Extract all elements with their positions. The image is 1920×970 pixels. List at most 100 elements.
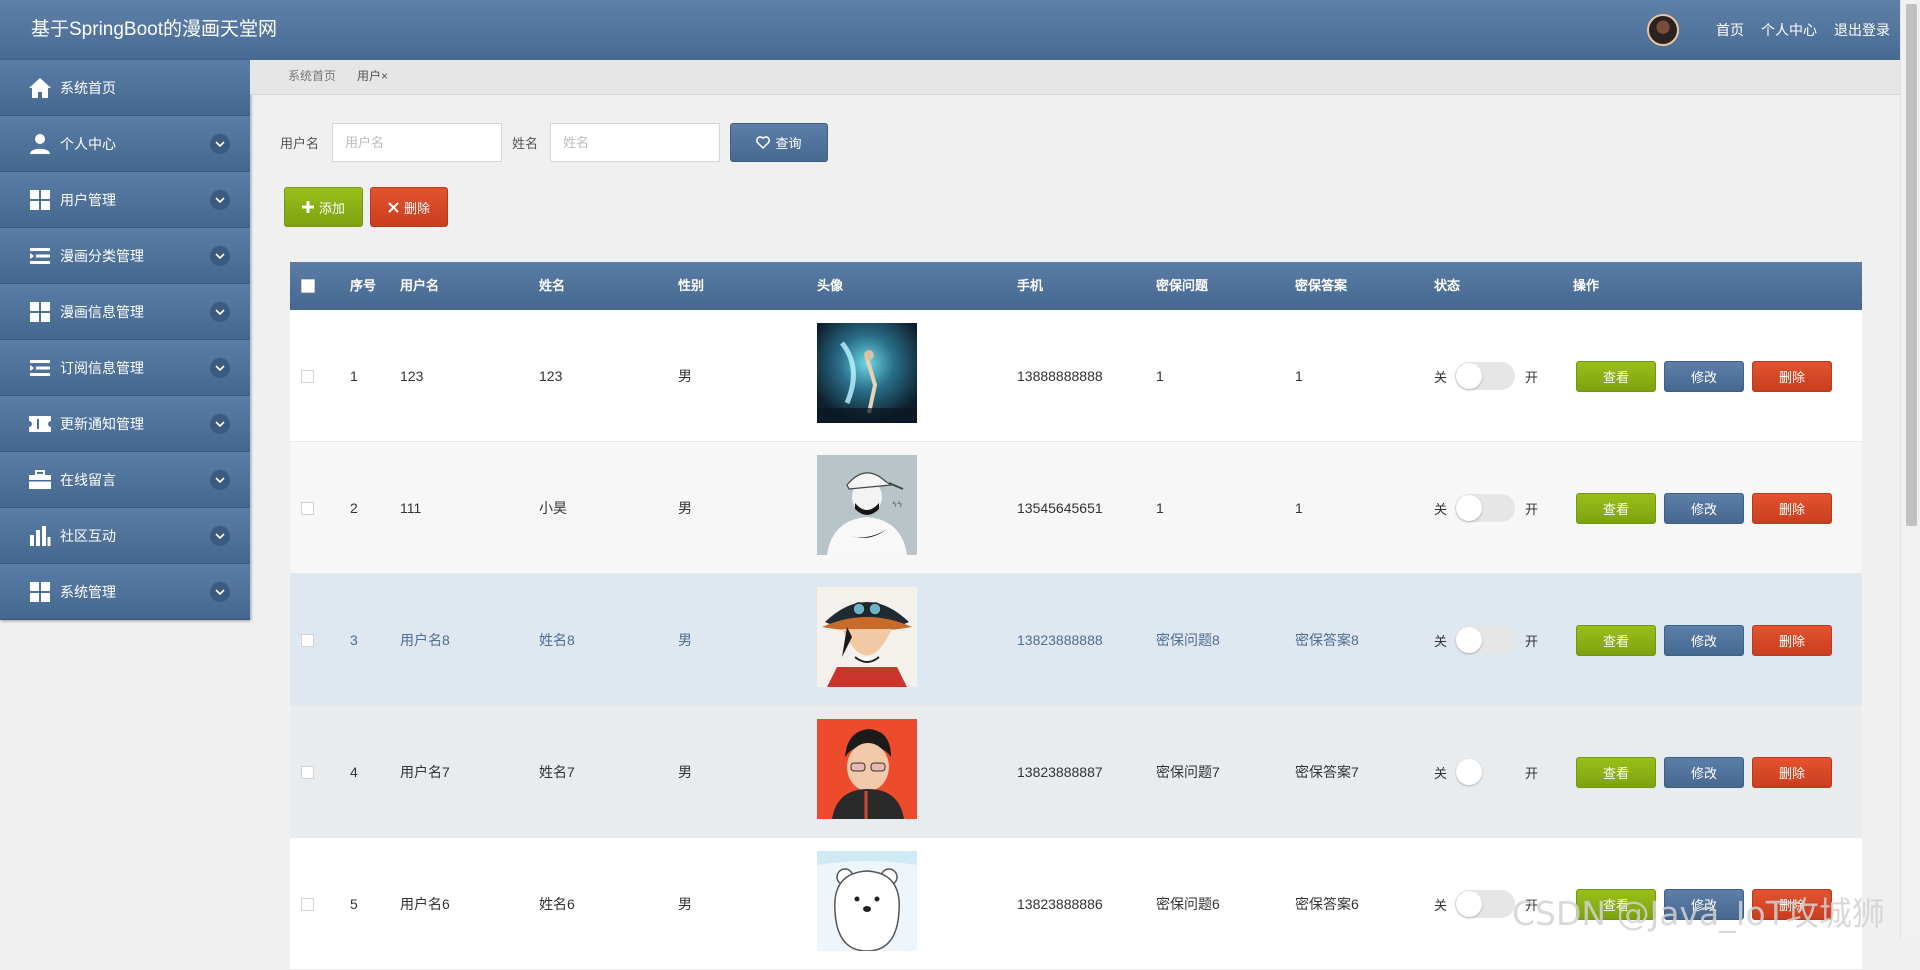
sidebar-item-messages[interactable]: 在线留言 bbox=[0, 452, 250, 508]
cell-gender: 男 bbox=[678, 764, 692, 780]
breadcrumb-home[interactable]: 系统首页 bbox=[288, 60, 336, 92]
delete-button[interactable]: 删除 bbox=[1752, 493, 1832, 524]
tab-users[interactable]: 用户× bbox=[357, 60, 388, 92]
name-search-input[interactable] bbox=[550, 123, 720, 162]
cell-question: 1 bbox=[1156, 368, 1164, 384]
close-icon bbox=[388, 201, 399, 213]
user-icon bbox=[27, 131, 53, 157]
chevron-down-icon[interactable] bbox=[210, 469, 230, 490]
edit-button[interactable]: 修改 bbox=[1664, 757, 1744, 788]
delete-button[interactable]: 删除 bbox=[1752, 361, 1832, 392]
page-scrollbar[interactable] bbox=[1900, 0, 1920, 940]
top-header: 基于SpringBoot的漫画天堂网 首页 个人中心 退出登录 bbox=[0, 0, 1900, 60]
cell-answer: 密保答案6 bbox=[1295, 896, 1359, 912]
add-button[interactable]: 添加 bbox=[284, 187, 363, 227]
query-button[interactable]: 查询 bbox=[730, 123, 828, 162]
cell-phone: 13823888887 bbox=[1017, 764, 1103, 780]
view-button[interactable]: 查看 bbox=[1576, 361, 1656, 392]
chevron-down-icon[interactable] bbox=[210, 357, 230, 378]
nav-home-link[interactable]: 首页 bbox=[1716, 20, 1744, 40]
cell-answer: 1 bbox=[1295, 368, 1303, 384]
cell-name: 小昊 bbox=[539, 500, 567, 516]
user-avatar[interactable] bbox=[1647, 14, 1679, 46]
view-button[interactable]: 查看 bbox=[1576, 757, 1656, 788]
logout-link[interactable]: 退出登录 bbox=[1834, 20, 1890, 40]
cell-name: 姓名8 bbox=[539, 632, 575, 648]
sidebar-item-community[interactable]: 社区互动 bbox=[0, 508, 250, 564]
row-checkbox[interactable] bbox=[301, 634, 314, 647]
sidebar-item-subscriptions[interactable]: 订阅信息管理 bbox=[0, 340, 250, 396]
tab-users-label: 用户 bbox=[357, 69, 382, 83]
status-toggle-group: 关 开 bbox=[1434, 442, 1538, 574]
cell-phone: 13823888888 bbox=[1017, 632, 1103, 648]
chevron-down-icon[interactable] bbox=[210, 301, 230, 322]
batch-delete-button-label: 删除 bbox=[403, 200, 430, 216]
row-checkbox[interactable] bbox=[301, 370, 314, 383]
chevron-down-icon[interactable] bbox=[210, 413, 230, 434]
delete-button[interactable]: 删除 bbox=[1752, 889, 1832, 920]
edit-button[interactable]: 修改 bbox=[1664, 361, 1744, 392]
status-toggle-group: 关 开 bbox=[1434, 310, 1538, 442]
batch-delete-button[interactable]: 删除 bbox=[370, 187, 448, 227]
view-button[interactable]: 查看 bbox=[1576, 889, 1656, 920]
nav-profile-link[interactable]: 个人中心 bbox=[1761, 20, 1817, 40]
avatar-image[interactable] bbox=[817, 719, 917, 819]
list-icon bbox=[27, 355, 53, 381]
col-header-status: 状态 bbox=[1434, 278, 1461, 293]
cell-username: 用户名6 bbox=[400, 896, 450, 912]
row-checkbox[interactable] bbox=[301, 502, 314, 515]
row-checkbox[interactable] bbox=[301, 898, 314, 911]
edit-button[interactable]: 修改 bbox=[1664, 493, 1744, 524]
row-checkbox[interactable] bbox=[301, 766, 314, 779]
list-icon bbox=[27, 243, 53, 269]
view-button[interactable]: 查看 bbox=[1576, 625, 1656, 656]
cell-gender: 男 bbox=[678, 632, 692, 648]
status-toggle[interactable] bbox=[1455, 890, 1516, 918]
toggle-on-label: 开 bbox=[1525, 369, 1539, 385]
edit-button[interactable]: 修改 bbox=[1664, 889, 1744, 920]
col-header-avatar: 头像 bbox=[817, 278, 844, 293]
col-header-question: 密保问题 bbox=[1156, 278, 1209, 293]
view-button[interactable]: 查看 bbox=[1576, 493, 1656, 524]
delete-button[interactable]: 删除 bbox=[1752, 757, 1832, 788]
chevron-down-icon[interactable] bbox=[210, 581, 230, 602]
cell-gender: 男 bbox=[678, 368, 692, 384]
sidebar-item-profile[interactable]: 个人中心 bbox=[0, 116, 250, 172]
username-search-input[interactable] bbox=[332, 123, 502, 162]
close-icon[interactable]: × bbox=[381, 69, 388, 83]
bar-chart-icon bbox=[27, 523, 53, 549]
ticket-icon bbox=[27, 411, 53, 437]
avatar-image[interactable] bbox=[817, 587, 917, 687]
cell-index: 1 bbox=[350, 368, 358, 384]
cell-phone: 13545645651 bbox=[1017, 500, 1103, 516]
sidebar-item-system[interactable]: 系统管理 bbox=[0, 564, 250, 620]
cell-index: 5 bbox=[350, 896, 358, 912]
name-label: 姓名 bbox=[512, 136, 539, 151]
scrollbar-thumb[interactable] bbox=[1906, 4, 1917, 526]
sidebar-item-dashboard[interactable]: 系统首页 bbox=[0, 60, 250, 116]
status-toggle[interactable] bbox=[1455, 494, 1516, 522]
cell-question: 1 bbox=[1156, 500, 1164, 516]
sidebar-item-comic-info[interactable]: 漫画信息管理 bbox=[0, 284, 250, 340]
cell-question: 密保问题8 bbox=[1156, 632, 1220, 648]
status-toggle[interactable] bbox=[1455, 758, 1515, 786]
chevron-down-icon[interactable] bbox=[210, 245, 230, 266]
sidebar-item-comic-category[interactable]: 漫画分类管理 bbox=[0, 228, 250, 284]
username-label: 用户名 bbox=[280, 136, 320, 151]
chevron-down-icon[interactable] bbox=[210, 189, 230, 210]
avatar-image[interactable]: ϟϟ bbox=[817, 455, 917, 555]
sidebar-item-update-notices[interactable]: 更新通知管理 bbox=[0, 396, 250, 452]
avatar-image[interactable] bbox=[817, 851, 917, 951]
select-all-checkbox[interactable] bbox=[301, 279, 315, 293]
chevron-down-icon[interactable] bbox=[210, 133, 230, 154]
avatar-image[interactable] bbox=[817, 323, 917, 423]
delete-button[interactable]: 删除 bbox=[1752, 625, 1832, 656]
status-toggle[interactable] bbox=[1455, 362, 1516, 390]
chevron-down-icon[interactable] bbox=[210, 525, 230, 546]
sidebar-item-users[interactable]: 用户管理 bbox=[0, 172, 250, 228]
status-toggle[interactable] bbox=[1455, 626, 1516, 654]
table-header: 序号 用户名 姓名 性别 头像 手机 密保问题 密保答案 状态 操作 bbox=[290, 262, 1862, 310]
status-toggle-group: 关 开 bbox=[1434, 574, 1538, 706]
edit-button[interactable]: 修改 bbox=[1664, 625, 1744, 656]
header-actions: 首页 个人中心 退出登录 bbox=[1647, 0, 1890, 60]
